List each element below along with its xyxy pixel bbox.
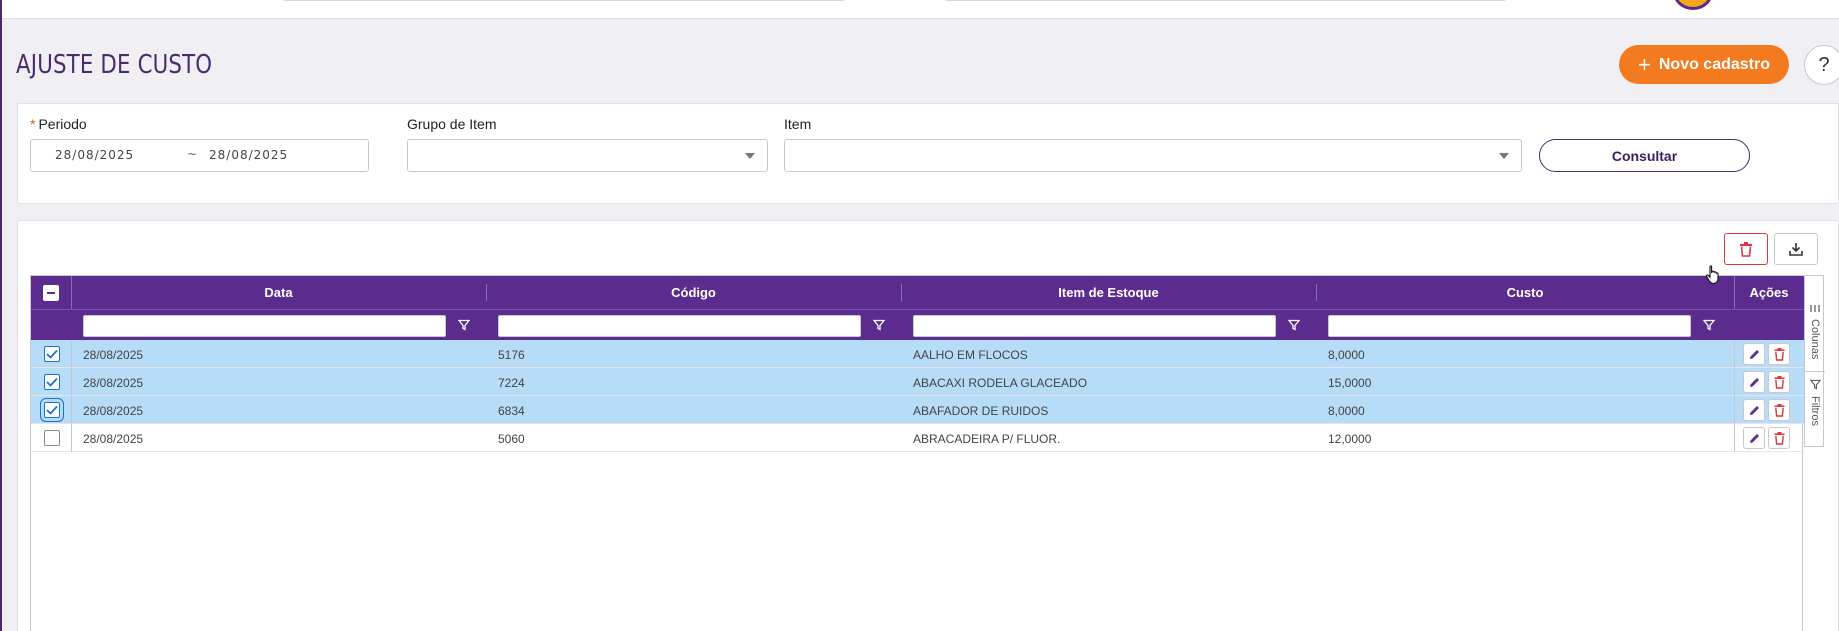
left-border bbox=[0, 0, 2, 631]
cell-custo: 8,0000 bbox=[1328, 404, 1365, 418]
filter-icon[interactable] bbox=[1288, 319, 1300, 331]
date-separator: ~ bbox=[187, 147, 199, 161]
item-label: Item bbox=[784, 116, 812, 132]
cell-codigo: 6834 bbox=[498, 404, 525, 418]
export-button[interactable] bbox=[1774, 233, 1818, 265]
tab-colunas-label: Colunas bbox=[1809, 319, 1821, 360]
cell-data: 28/08/2025 bbox=[83, 348, 144, 362]
cell-data: 28/08/2025 bbox=[83, 404, 144, 418]
row-checkbox[interactable] bbox=[40, 398, 64, 422]
grid-panel: Data Código Item de Estoque Custo Ações bbox=[17, 220, 1839, 631]
pencil-icon bbox=[1749, 405, 1759, 415]
trash-icon bbox=[1774, 347, 1784, 361]
select-all-checkbox[interactable] bbox=[43, 285, 59, 301]
pencil-icon bbox=[1749, 377, 1759, 387]
chevron-down-icon bbox=[745, 153, 755, 159]
download-icon bbox=[1789, 243, 1803, 256]
filter-input-item[interactable] bbox=[913, 315, 1276, 337]
check-icon bbox=[46, 349, 58, 359]
table-row[interactable]: 28/08/2025 7224 ABACAXI RODELA GLACEADO … bbox=[31, 368, 1804, 396]
grid-side-panel: Colunas Filtros bbox=[1804, 275, 1825, 447]
consultar-button[interactable]: Consultar bbox=[1539, 139, 1750, 172]
filter-icon[interactable] bbox=[1703, 319, 1715, 331]
trash-icon bbox=[1774, 375, 1784, 389]
trash-icon bbox=[1774, 403, 1784, 417]
filter-input-custo[interactable] bbox=[1328, 315, 1691, 337]
trash-icon bbox=[1740, 241, 1752, 257]
filter-panel: * Periodo 28/08/2025 ~ 28/08/2025 Grupo d… bbox=[17, 103, 1839, 204]
periodo-label: * Periodo bbox=[30, 116, 87, 132]
row-checkbox[interactable] bbox=[44, 346, 60, 362]
delete-selected-button[interactable] bbox=[1724, 233, 1768, 265]
pencil-icon bbox=[1749, 349, 1759, 359]
row-checkbox[interactable] bbox=[44, 374, 60, 390]
columns-icon bbox=[1810, 305, 1820, 312]
cell-codigo: 5060 bbox=[498, 432, 525, 446]
chevron-down-icon bbox=[1499, 153, 1509, 159]
edit-button[interactable] bbox=[1743, 371, 1765, 393]
item-select[interactable] bbox=[784, 139, 1522, 172]
edit-button[interactable] bbox=[1743, 399, 1765, 421]
header-search-input[interactable] bbox=[282, 0, 845, 1]
cell-item: ABRACADEIRA P/ FLUOR. bbox=[913, 432, 1061, 446]
check-icon bbox=[46, 377, 58, 387]
filter-input-codigo[interactable] bbox=[498, 315, 861, 337]
date-from-input[interactable]: 28/08/2025 bbox=[55, 148, 134, 162]
delete-row-button[interactable] bbox=[1768, 427, 1790, 449]
filter-icon[interactable] bbox=[458, 319, 470, 331]
table-row[interactable]: 28/08/2025 5176 AALHO EM FLOCOS 8,0000 bbox=[31, 340, 1804, 368]
cell-data: 28/08/2025 bbox=[83, 376, 144, 390]
grid-filter-row bbox=[31, 309, 1804, 340]
grid-header: Data Código Item de Estoque Custo Ações bbox=[31, 276, 1804, 340]
top-header bbox=[2, 0, 1839, 19]
new-record-label: Novo cadastro bbox=[1658, 55, 1770, 73]
pencil-icon bbox=[1749, 433, 1759, 443]
page-title: AJUSTE DE CUSTO bbox=[16, 50, 213, 80]
tab-filtros-label: Filtros bbox=[1809, 396, 1821, 426]
required-mark: * bbox=[30, 116, 36, 132]
tab-colunas[interactable]: Colunas bbox=[1805, 304, 1825, 359]
cell-item: ABACAXI RODELA GLACEADO bbox=[913, 376, 1088, 390]
plus-icon: + bbox=[1638, 51, 1651, 77]
cell-data: 28/08/2025 bbox=[83, 432, 144, 446]
table-row[interactable]: 28/08/2025 5060 ABRACADEIRA P/ FLUOR. 12… bbox=[31, 424, 1804, 452]
avatar[interactable] bbox=[1673, 0, 1713, 10]
col-header-acoes: Ações bbox=[1749, 285, 1789, 300]
cell-item: AALHO EM FLOCOS bbox=[913, 348, 1028, 362]
header-company-select[interactable] bbox=[944, 0, 1507, 1]
col-header-codigo[interactable]: Código bbox=[486, 276, 901, 309]
help-button[interactable]: ? bbox=[1804, 45, 1839, 85]
new-record-button[interactable]: + Novo cadastro bbox=[1619, 45, 1789, 84]
delete-row-button[interactable] bbox=[1768, 343, 1790, 365]
delete-row-button[interactable] bbox=[1768, 399, 1790, 421]
row-checkbox[interactable] bbox=[44, 430, 60, 446]
edit-button[interactable] bbox=[1743, 343, 1765, 365]
cell-item: ABAFADOR DE RUIDOS bbox=[913, 404, 1049, 418]
table-row[interactable]: 28/08/2025 6834 ABAFADOR DE RUIDOS 8,000… bbox=[31, 396, 1804, 424]
col-header-item[interactable]: Item de Estoque bbox=[901, 276, 1316, 309]
grupo-select[interactable] bbox=[407, 139, 768, 172]
tab-filtros[interactable]: Filtros bbox=[1805, 379, 1825, 426]
data-grid: Data Código Item de Estoque Custo Ações bbox=[30, 275, 1804, 631]
col-header-data[interactable]: Data bbox=[71, 276, 486, 309]
edit-button[interactable] bbox=[1743, 427, 1765, 449]
filter-icon bbox=[1809, 379, 1821, 390]
cell-codigo: 7224 bbox=[498, 376, 525, 390]
date-range-picker[interactable]: 28/08/2025 ~ 28/08/2025 bbox=[30, 139, 369, 172]
cell-custo: 15,0000 bbox=[1328, 376, 1372, 390]
check-icon bbox=[46, 405, 58, 415]
grupo-label: Grupo de Item bbox=[407, 116, 497, 132]
col-header-custo[interactable]: Custo bbox=[1316, 276, 1734, 309]
cell-codigo: 5176 bbox=[498, 348, 525, 362]
date-to-input[interactable]: 28/08/2025 bbox=[209, 148, 288, 162]
filter-input-data[interactable] bbox=[83, 315, 446, 337]
filter-icon[interactable] bbox=[873, 319, 885, 331]
trash-icon bbox=[1774, 431, 1784, 445]
delete-row-button[interactable] bbox=[1768, 371, 1790, 393]
hand-cursor-icon bbox=[1705, 265, 1719, 285]
cell-custo: 12,0000 bbox=[1328, 432, 1372, 446]
cell-custo: 8,0000 bbox=[1328, 348, 1365, 362]
